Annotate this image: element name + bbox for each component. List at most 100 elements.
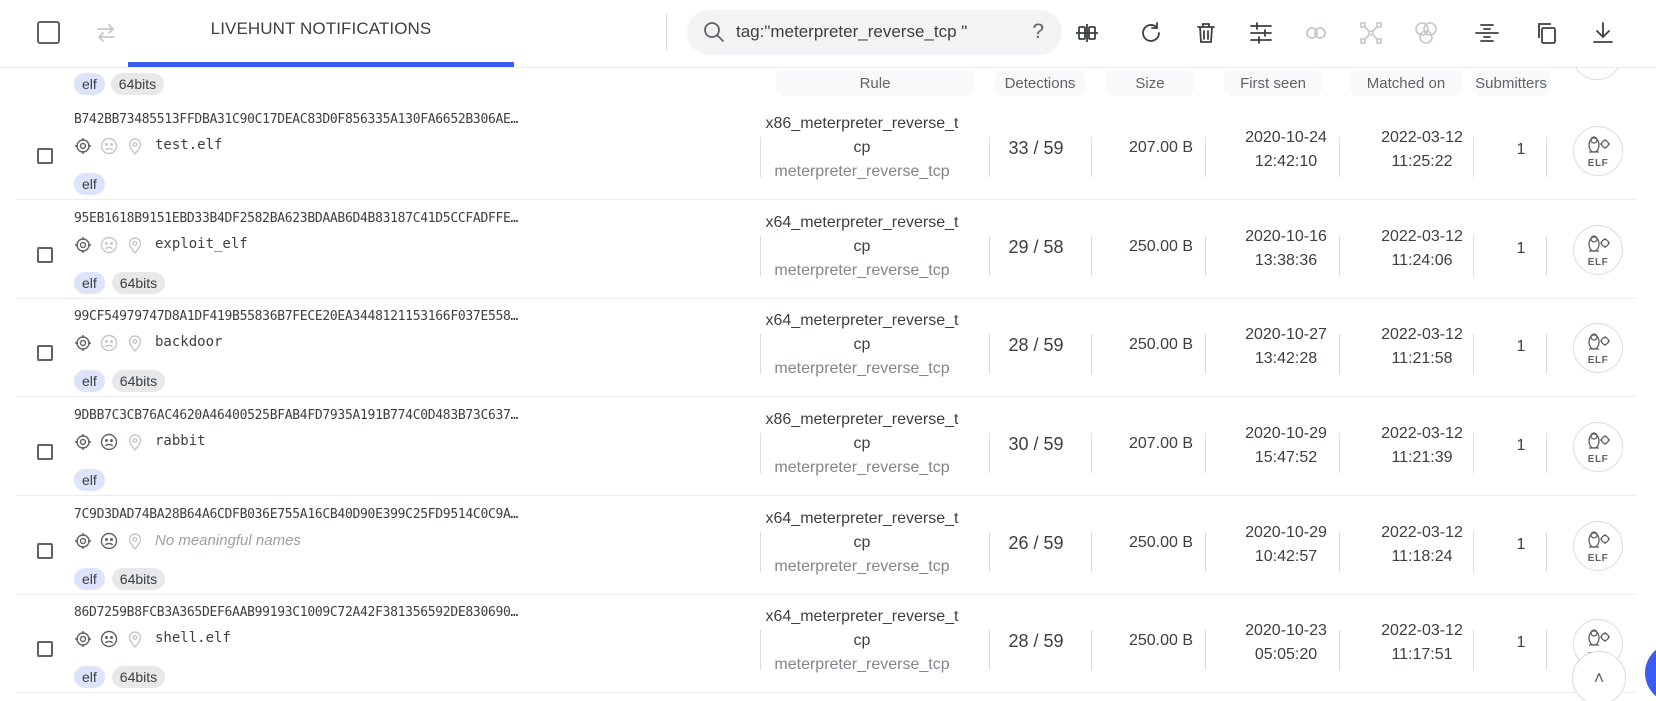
ruleset-name[interactable]: meterpreter_reverse_tcp: [762, 160, 962, 184]
ruleset-name[interactable]: meterpreter_reverse_tcp: [762, 357, 962, 381]
trash-icon[interactable]: [1191, 18, 1221, 48]
ruleset-name[interactable]: meterpreter_reverse_tcp: [762, 259, 962, 283]
face-icon[interactable]: [100, 433, 118, 456]
compare-icon[interactable]: [1072, 18, 1102, 48]
search-input[interactable]: tag:"meterpreter_reverse_tcp ": [736, 22, 967, 42]
location-pin-icon[interactable]: [126, 334, 144, 357]
row-checkbox[interactable]: [37, 345, 53, 361]
file-hash[interactable]: B742BB73485513FFDBA31C90C17DEAC83D0F8563…: [74, 112, 518, 127]
select-all-checkbox[interactable]: [37, 21, 60, 44]
target-icon[interactable]: [74, 532, 92, 555]
link-icon[interactable]: [1301, 18, 1331, 48]
ruleset-name[interactable]: meterpreter_reverse_tcp: [762, 555, 962, 579]
elf-file-type-badge[interactable]: ELF: [1573, 521, 1623, 571]
ruleset-name[interactable]: meterpreter_reverse_tcp: [762, 653, 962, 677]
download-icon[interactable]: [1588, 18, 1618, 48]
target-icon[interactable]: [74, 433, 92, 456]
column-header-detections[interactable]: Detections: [995, 70, 1085, 96]
sliders-icon[interactable]: [1246, 18, 1276, 48]
detections-ratio[interactable]: 30 / 59: [976, 434, 1096, 455]
floating-action-button[interactable]: [1645, 643, 1656, 701]
elf-file-type-badge[interactable]: ELF: [1573, 126, 1623, 176]
tag-elf[interactable]: elf: [74, 173, 105, 195]
location-pin-icon[interactable]: [126, 236, 144, 259]
table-row[interactable]: 9DBB7C3CB76AC4620A46400525BFAB4FD7935A19…: [16, 397, 1636, 496]
detections-ratio[interactable]: 26 / 59: [976, 533, 1096, 554]
face-icon[interactable]: [100, 532, 118, 555]
rule-name[interactable]: x86_meterpreter_reverse_tcp: [762, 408, 962, 456]
rule-name[interactable]: x86_meterpreter_reverse_tcp: [762, 112, 962, 160]
file-hash[interactable]: 86D7259B8FCB3A365DEF6AAB99193C1009C72A42…: [74, 605, 518, 620]
tag-64bits[interactable]: 64bits: [111, 370, 166, 392]
strikethrough-icon[interactable]: [1472, 18, 1502, 48]
elf-file-type-badge[interactable]: ELF: [1573, 323, 1623, 373]
location-pin-icon[interactable]: [126, 137, 144, 160]
location-pin-icon[interactable]: [126, 532, 144, 555]
row-checkbox[interactable]: [37, 543, 53, 559]
face-icon[interactable]: [100, 334, 118, 357]
location-pin-icon[interactable]: [126, 630, 144, 653]
tag-elf[interactable]: elf: [74, 272, 105, 294]
target-icon[interactable]: [74, 630, 92, 653]
swap-arrows-icon[interactable]: [93, 20, 119, 46]
help-icon[interactable]: ?: [1032, 20, 1044, 44]
detections-ratio[interactable]: 29 / 58: [976, 237, 1096, 258]
location-pin-icon[interactable]: [126, 433, 144, 456]
target-icon[interactable]: [74, 236, 92, 259]
target-icon[interactable]: [74, 137, 92, 160]
file-hash[interactable]: 99CF54979747D8A1DF419B55836B7FECE20EA344…: [74, 309, 518, 324]
tag-elf[interactable]: elf: [74, 666, 105, 688]
ruleset-name[interactable]: meterpreter_reverse_tcp: [762, 456, 962, 480]
tag-64bits[interactable]: 64bits: [111, 666, 166, 688]
tag-64bits[interactable]: 64bits: [111, 568, 166, 590]
tab-livehunt-notifications[interactable]: LIVEHUNT NOTIFICATIONS: [128, 19, 514, 39]
table-row[interactable]: B742BB73485513FFDBA31C90C17DEAC83D0F8563…: [16, 101, 1636, 200]
rule-name[interactable]: x64_meterpreter_reverse_tcp: [762, 211, 962, 259]
row-checkbox[interactable]: [37, 641, 53, 657]
tag-64bits[interactable]: 64bits: [110, 73, 165, 95]
circles-icon[interactable]: [1411, 18, 1441, 48]
column-header-size[interactable]: Size: [1106, 70, 1194, 96]
scroll-to-top-button[interactable]: ˄: [1572, 651, 1626, 701]
column-header-submitters[interactable]: Submitters: [1472, 70, 1550, 96]
row-checkbox[interactable]: [37, 148, 53, 164]
rule-name[interactable]: x64_meterpreter_reverse_tcp: [762, 605, 962, 653]
file-hash[interactable]: 7C9D3DAD74BA28B64A6CDFB036E755A16CB40D90…: [74, 507, 518, 522]
tag-elf[interactable]: elf: [74, 370, 105, 392]
elf-file-type-badge[interactable]: ELF: [1573, 422, 1623, 472]
network-icon[interactable]: [1356, 18, 1386, 48]
tag-elf[interactable]: elf: [74, 568, 105, 590]
face-icon[interactable]: [100, 630, 118, 653]
detections-ratio[interactable]: 28 / 59: [976, 335, 1096, 356]
rule-cell: x86_meterpreter_reverse_tcp meterpreter_…: [762, 112, 962, 184]
table-row[interactable]: 7C9D3DAD74BA28B64A6CDFB036E755A16CB40D90…: [16, 496, 1636, 595]
table-row[interactable]: 86D7259B8FCB3A365DEF6AAB99193C1009C72A42…: [16, 594, 1636, 693]
elf-file-type-badge[interactable]: ELF: [1573, 225, 1623, 275]
file-size: 207.00 B: [1128, 435, 1194, 452]
row-checkbox[interactable]: [37, 444, 53, 460]
tag-64bits[interactable]: 64bits: [111, 272, 166, 294]
file-hash[interactable]: 95EB1618B9151EBD33B4DF2582BA623BDAAB6D4B…: [74, 211, 518, 226]
tag-elf[interactable]: elf: [74, 469, 105, 491]
table-row[interactable]: 95EB1618B9151EBD33B4DF2582BA623BDAAB6D4B…: [16, 200, 1636, 299]
copy-icon[interactable]: [1532, 18, 1562, 48]
detections-ratio[interactable]: 33 / 59: [976, 138, 1096, 159]
row-checkbox[interactable]: [37, 247, 53, 263]
table-row[interactable]: 99CF54979747D8A1DF419B55836B7FECE20EA344…: [16, 298, 1636, 397]
column-divider: [1339, 137, 1340, 177]
rule-name[interactable]: x64_meterpreter_reverse_tcp: [762, 507, 962, 555]
column-header-rule[interactable]: Rule: [776, 70, 974, 96]
search-bar[interactable]: tag:"meterpreter_reverse_tcp " ?: [687, 10, 1062, 55]
tag-elf[interactable]: elf: [74, 73, 105, 95]
refresh-icon[interactable]: [1136, 18, 1166, 48]
column-header-matched-on[interactable]: Matched on: [1350, 70, 1462, 96]
file-hash[interactable]: 9DBB7C3CB76AC4620A46400525BFAB4FD7935A19…: [74, 408, 518, 423]
linux-penguin-icon: [1585, 233, 1611, 258]
detections-ratio[interactable]: 28 / 59: [976, 631, 1096, 652]
rule-name[interactable]: x64_meterpreter_reverse_tcp: [762, 309, 962, 357]
column-header-first-seen[interactable]: First seen: [1224, 70, 1322, 96]
face-icon[interactable]: [100, 236, 118, 259]
target-icon[interactable]: [74, 334, 92, 357]
first-seen-cell: 2020-10-27 13:42:28: [1226, 323, 1346, 371]
face-icon[interactable]: [100, 137, 118, 160]
